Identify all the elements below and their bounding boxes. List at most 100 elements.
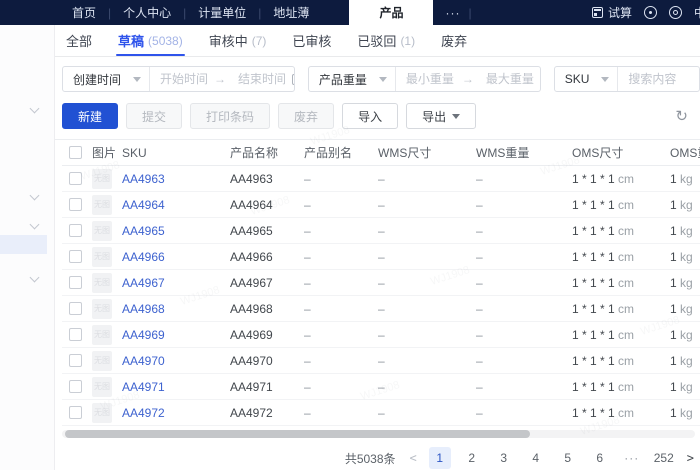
row-checkbox[interactable] <box>68 172 82 185</box>
page-button-4[interactable]: 4 <box>525 447 547 469</box>
nav-tab-product[interactable]: 产品 <box>349 0 434 25</box>
next-page-button[interactable]: > <box>685 451 696 465</box>
oms-weight-unit: kg <box>680 197 693 212</box>
tab-1[interactable]: 草稿 (5038) <box>116 25 185 56</box>
sku-link[interactable]: AA4971 <box>122 380 165 394</box>
wms-size-cell: – <box>378 301 385 316</box>
product-alias-cell: – <box>304 171 311 186</box>
chevron-down-icon[interactable] <box>29 190 40 201</box>
new-button[interactable]: 新建 <box>62 103 119 129</box>
tab-2[interactable]: 审核中 (7) <box>209 25 267 56</box>
min-weight-input[interactable] <box>395 67 460 91</box>
tab-3[interactable]: 已审核 <box>292 25 331 56</box>
oms-weight-cell: 1 kg <box>670 276 700 290</box>
sku-link[interactable]: AA4972 <box>122 406 165 420</box>
product-alias-cell: – <box>304 275 311 290</box>
nav-item-3[interactable]: 地址薄 <box>261 4 321 21</box>
nav-item-2[interactable]: 计量单位 <box>186 4 258 21</box>
search-input[interactable] <box>618 67 700 91</box>
sku-link[interactable]: AA4964 <box>122 198 165 212</box>
oms-size-unit: cm <box>618 171 635 186</box>
chevron-down-icon[interactable] <box>29 103 40 114</box>
wms-weight-cell: – <box>476 275 483 290</box>
date-field-select[interactable]: 创建时间 <box>63 67 151 91</box>
tab-count: (1) <box>400 33 416 48</box>
wms-size-cell: – <box>378 223 385 238</box>
sku-link[interactable]: AA4967 <box>122 276 165 290</box>
calendar-icon[interactable] <box>292 73 294 85</box>
oms-size-cell: 1 * 1 * 1 cm <box>572 172 670 186</box>
oms-size-cell: 1 * 1 * 1 cm <box>572 224 670 238</box>
oms-size-unit: cm <box>618 223 635 238</box>
sidebar-active-item[interactable] <box>0 235 47 254</box>
oms-weight-cell: 1 kg <box>670 406 700 420</box>
trial-calc-button[interactable]: 试算 <box>591 4 632 21</box>
wms-size-cell: – <box>378 327 385 342</box>
oms-weight-unit: kg <box>680 405 693 420</box>
settings-icon[interactable] <box>668 6 682 19</box>
start-date-input[interactable] <box>150 67 213 91</box>
prev-page-button[interactable]: < <box>408 451 419 465</box>
row-checkbox[interactable] <box>68 354 82 367</box>
export-button[interactable]: 导出 <box>406 103 477 129</box>
submit-button[interactable]: 提交 <box>126 103 183 129</box>
row-checkbox[interactable] <box>68 328 82 341</box>
row-checkbox[interactable] <box>68 276 82 289</box>
select-all-checkbox[interactable] <box>68 146 82 159</box>
oms-weight-cell: 1 kg <box>670 328 700 342</box>
oms-size-cell: 1 * 1 * 1 cm <box>572 380 670 394</box>
sku-link[interactable]: AA4966 <box>122 250 165 264</box>
row-checkbox[interactable] <box>68 380 82 393</box>
row-checkbox[interactable] <box>68 302 82 315</box>
refresh-icon[interactable]: ↻ <box>675 109 688 124</box>
max-weight-input[interactable] <box>475 67 540 91</box>
language-toggle[interactable]: 中 <box>694 4 700 21</box>
weight-field-label: 产品重量 <box>318 72 367 87</box>
search-field-select[interactable]: SKU <box>555 67 619 91</box>
discard-button[interactable]: 废弃 <box>278 103 335 129</box>
tab-5[interactable]: 废弃 <box>441 25 467 56</box>
oms-weight-value: 1 <box>670 301 681 316</box>
row-checkbox[interactable] <box>68 250 82 263</box>
row-checkbox[interactable] <box>68 224 82 237</box>
sku-link[interactable]: AA4965 <box>122 224 165 238</box>
product-table: 图片 SKU 产品名称 产品别名 WMS尺寸 WMS重量 OMS尺寸 OMS重量… <box>55 139 700 426</box>
page-button-252[interactable]: 252 <box>653 447 675 469</box>
nav-item-1[interactable]: 个人中心 <box>111 4 183 21</box>
download-icon[interactable] <box>643 6 657 19</box>
import-button[interactable]: 导入 <box>342 103 399 129</box>
weight-field-select[interactable]: 产品重量 <box>309 67 396 91</box>
product-alias-cell: – <box>304 327 311 342</box>
action-toolbar: 新建 提交 打印条码 废弃 导入 导出 ↻ <box>55 100 700 139</box>
print-barcode-button[interactable]: 打印条码 <box>190 103 271 129</box>
chevron-down-icon[interactable] <box>29 272 40 283</box>
page-button-1[interactable]: 1 <box>428 447 451 469</box>
sku-link[interactable]: AA4969 <box>122 328 165 342</box>
page-button-5[interactable]: 5 <box>557 447 579 469</box>
nav-more-button[interactable]: ··· <box>433 6 468 20</box>
tab-label: 审核中 <box>208 34 248 49</box>
chevron-down-icon[interactable] <box>29 219 40 230</box>
col-header-name: 产品名称 <box>230 144 304 161</box>
page-button-6[interactable]: 6 <box>589 447 611 469</box>
scrollbar-thumb[interactable] <box>65 430 530 438</box>
sku-link[interactable]: AA4968 <box>122 302 165 316</box>
tab-4[interactable]: 已驳回 (1) <box>357 25 415 56</box>
oms-weight-value: 1 <box>670 171 681 186</box>
product-alias-cell: – <box>304 353 311 368</box>
wms-weight-cell: – <box>476 171 483 186</box>
oms-weight-cell: 1 kg <box>670 172 700 186</box>
page-button-2[interactable]: 2 <box>461 447 483 469</box>
end-date-input[interactable] <box>228 67 291 91</box>
sku-link[interactable]: AA4963 <box>122 172 165 186</box>
sku-link[interactable]: AA4970 <box>122 354 165 368</box>
row-checkbox[interactable] <box>68 406 82 419</box>
nav-item-0[interactable]: 首页 <box>60 4 108 21</box>
col-header-alias: 产品别名 <box>304 144 378 161</box>
nav-separator: | <box>468 5 472 20</box>
page-button-3[interactable]: 3 <box>493 447 515 469</box>
tab-0[interactable]: 全部 <box>66 25 92 56</box>
row-checkbox[interactable] <box>68 198 82 211</box>
horizontal-scrollbar[interactable] <box>62 430 695 438</box>
col-header-oms-weight: OMS重量 <box>670 144 700 161</box>
